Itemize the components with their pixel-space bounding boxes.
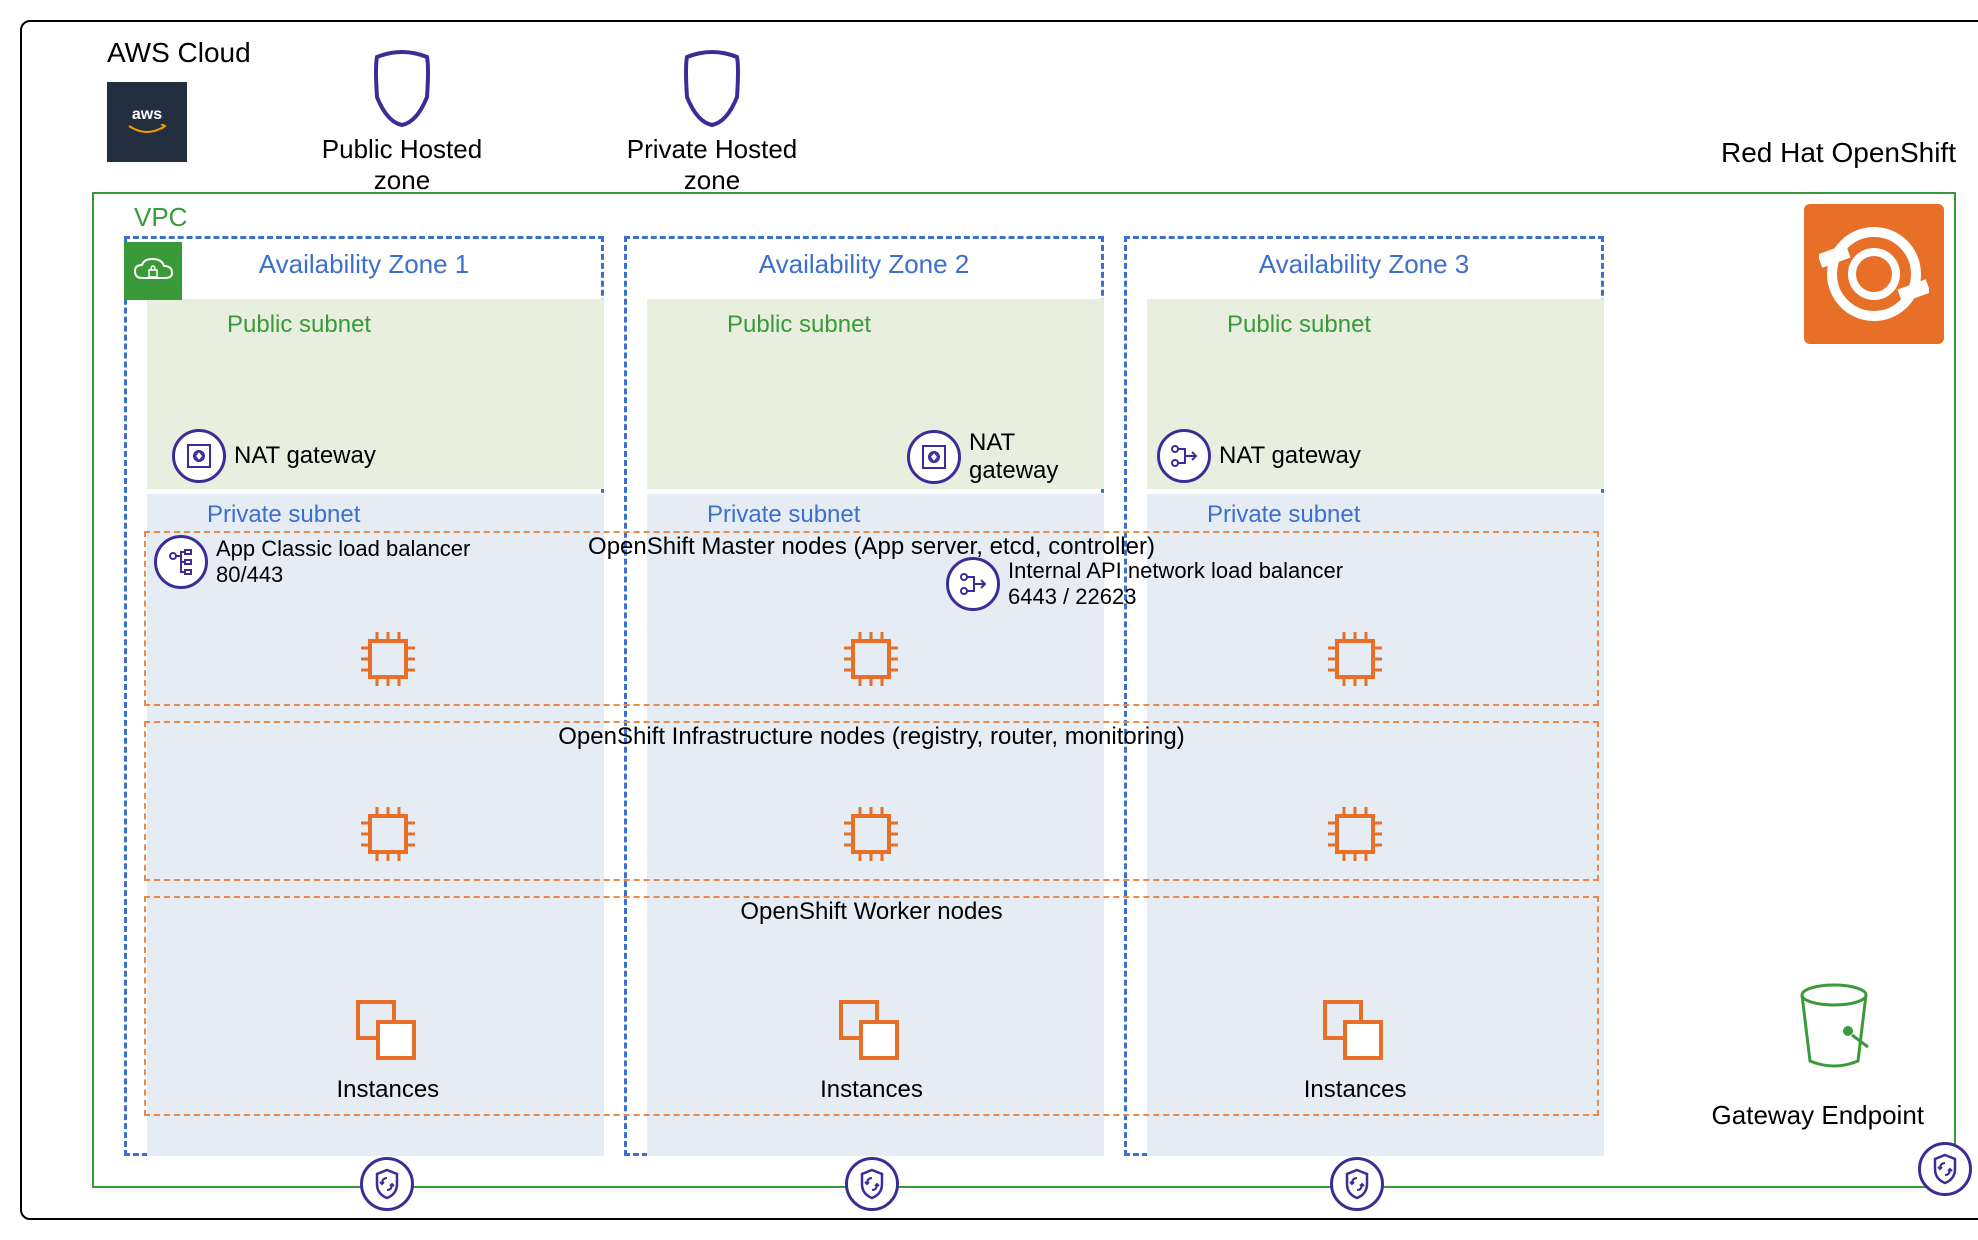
aws-logo-text: aws: [132, 106, 162, 124]
infra-nodes-tier: OpenShift Infrastructure nodes (registry…: [144, 721, 1599, 881]
instances-label: Instances: [1304, 1076, 1407, 1104]
openshift-logo-icon: [1804, 204, 1944, 344]
vpc-frame: VPC Availability Zone 1 Public subnet NA…: [92, 192, 1956, 1188]
nat-gateway-flow-icon: [1157, 429, 1211, 483]
public-subnet-label: Public subnet: [227, 311, 371, 339]
nat-gateway-label: NAT gateway: [1219, 442, 1361, 470]
chip-icon: [353, 799, 423, 869]
aws-cloud-frame: AWS Cloud aws Public Hosted zone Private…: [20, 20, 1978, 1220]
chip-icon: [1320, 799, 1390, 869]
private-hosted-zone-block: Private Hosted zone: [602, 47, 822, 196]
vpc-cloud-icon: [124, 242, 182, 300]
worker-tier-label: OpenShift Worker nodes: [146, 898, 1597, 926]
nat-gateway-3: NAT gateway: [1157, 429, 1361, 483]
public-hosted-zone-label: Public Hosted zone: [302, 134, 502, 196]
nat-gateway-label: NAT gateway: [969, 429, 1101, 485]
infra-tier-label: OpenShift Infrastructure nodes (registry…: [146, 723, 1597, 751]
applb-text: App Classic load balancer 80/443: [216, 536, 470, 589]
private-subnet-label: Private subnet: [1207, 501, 1360, 529]
nat-gateway-label: NAT gateway: [234, 442, 376, 470]
private-hosted-zone-label: Private Hosted zone: [602, 134, 822, 196]
ilb-line1: Internal API network load balancer: [1008, 558, 1343, 584]
internal-api-lb: Internal API network load balancer 6443 …: [946, 557, 1343, 611]
az3-label: Availability Zone 3: [1127, 249, 1601, 280]
ilb-line2: 6443 / 22623: [1008, 584, 1343, 610]
private-subnet-label: Private subnet: [707, 501, 860, 529]
public-hosted-zone-block: Public Hosted zone: [302, 47, 502, 196]
shield-icon: [677, 47, 747, 127]
gateway-shields-row: [144, 1157, 1599, 1211]
chip-icon: [836, 799, 906, 869]
instances-label: Instances: [820, 1076, 923, 1104]
aws-logo-icon: aws: [107, 82, 187, 162]
load-balancer-icon: [154, 535, 208, 589]
app-classic-lb: App Classic load balancer 80/443: [154, 535, 470, 589]
s3-bucket-icon: [1794, 981, 1874, 1076]
gateway-shield-icon: [845, 1157, 899, 1211]
vpc-label: VPC: [134, 202, 187, 233]
az1-label: Availability Zone 1: [127, 249, 601, 280]
master-nodes-tier: OpenShift Master nodes (App server, etcd…: [144, 531, 1599, 706]
nat-gateway-icon: [907, 430, 961, 484]
shield-icon: [367, 47, 437, 127]
gateway-endpoint: [1918, 1142, 1972, 1196]
nat-gateway-1: NAT gateway: [172, 429, 376, 483]
instances-col-1: Instances: [336, 992, 439, 1104]
instances-col-2: Instances: [820, 992, 923, 1104]
ilb-text: Internal API network load balancer 6443 …: [1008, 558, 1343, 611]
nat-gateway-icon: [172, 429, 226, 483]
gateway-shield-icon: [1330, 1157, 1384, 1211]
instances-icon: [348, 992, 428, 1072]
gateway-shield-icon: [360, 1157, 414, 1211]
az2-label: Availability Zone 2: [627, 249, 1101, 280]
instances-col-3: Instances: [1304, 992, 1407, 1104]
instances-label: Instances: [336, 1076, 439, 1104]
private-subnet-label: Private subnet: [207, 501, 360, 529]
gateway-shield-icon: [1918, 1142, 1972, 1196]
nat-gateway-2: NAT gateway: [907, 429, 1101, 485]
chip-icon: [353, 624, 423, 694]
instances-icon: [831, 992, 911, 1072]
applb-line2: 80/443: [216, 562, 470, 588]
applb-line1: App Classic load balancer: [216, 536, 470, 562]
gateway-endpoint-label: Gateway Endpoint: [1712, 1100, 1924, 1131]
chip-icon: [836, 624, 906, 694]
aws-cloud-label: AWS Cloud: [107, 37, 251, 69]
chip-icon: [1320, 624, 1390, 694]
redhat-openshift-label: Red Hat OpenShift: [1721, 137, 1956, 169]
worker-nodes-tier: OpenShift Worker nodes Instances Instanc…: [144, 896, 1599, 1116]
public-subnet-label: Public subnet: [727, 311, 871, 339]
public-subnet-label: Public subnet: [1227, 311, 1371, 339]
instances-icon: [1315, 992, 1395, 1072]
network-lb-icon: [946, 557, 1000, 611]
